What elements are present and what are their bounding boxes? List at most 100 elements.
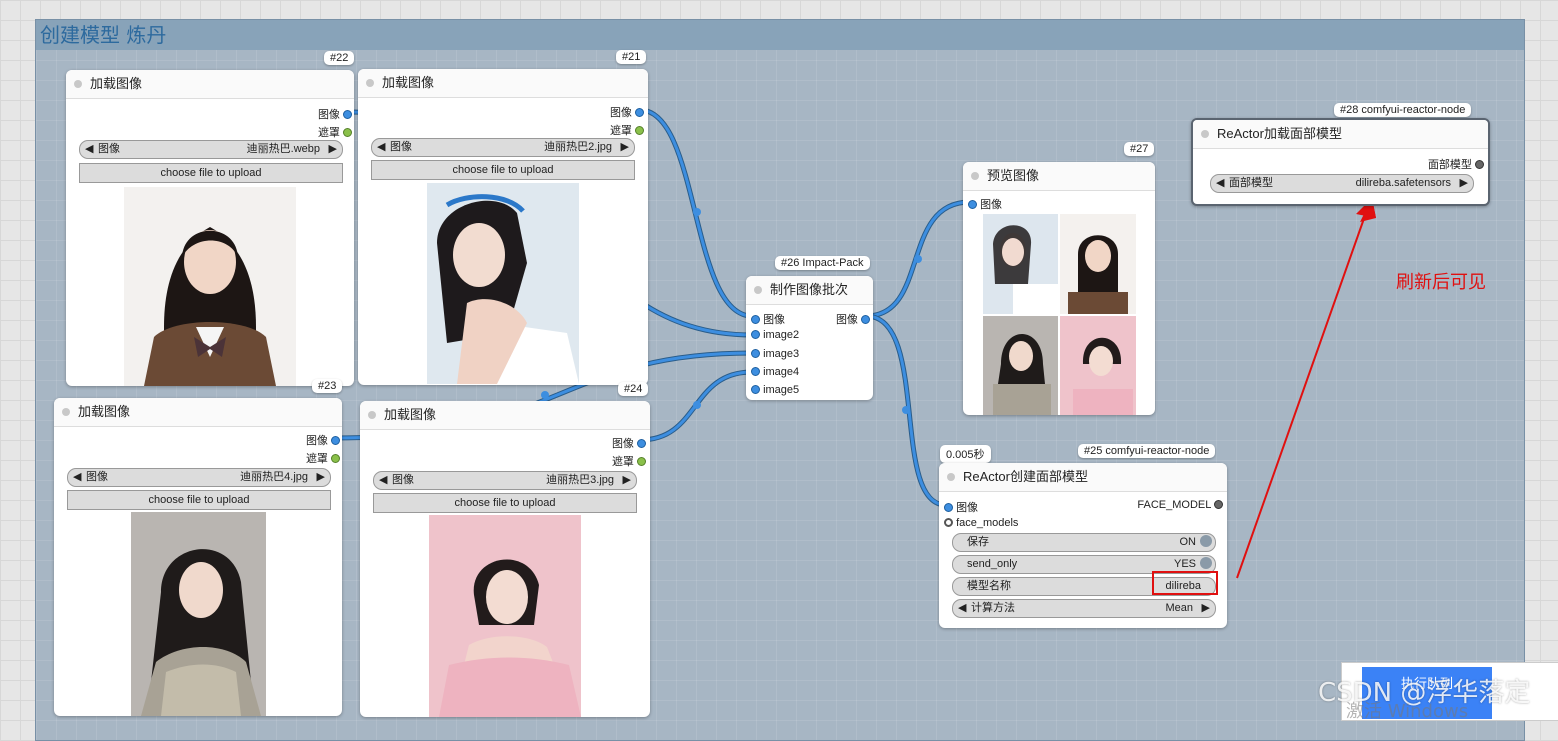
output-image[interactable]: 图像 (306, 432, 340, 448)
output-port-icon[interactable] (635, 107, 644, 117)
output-label: 面部模型 (1427, 159, 1472, 171)
output-port-icon[interactable] (1214, 499, 1223, 509)
output-image[interactable]: 图像 (318, 106, 352, 122)
image-combo[interactable]: ◀ 图像 迪丽热巴.webp ▶ (79, 140, 343, 159)
input-port-icon[interactable] (944, 517, 953, 527)
node-header[interactable]: 预览图像 (963, 162, 1155, 191)
input-image4[interactable]: image4 (751, 366, 799, 378)
combo-label: 图像 (390, 141, 412, 153)
collapse-dot-icon[interactable] (368, 410, 376, 419)
arrow-left-icon[interactable]: ◀ (1216, 175, 1224, 192)
node-header[interactable]: 加载图像 (54, 398, 342, 427)
node-header[interactable]: 加载图像 (66, 70, 354, 99)
make-image-batch-node[interactable]: 制作图像批次 图像 image2 image3 image4 image5 图像 (746, 276, 873, 400)
compute-method-combo[interactable]: ◀ 计算方法 Mean ▶ (952, 599, 1216, 618)
upload-button[interactable]: choose file to upload (371, 160, 635, 180)
output-port-icon[interactable] (635, 125, 644, 135)
output-port-icon[interactable] (1475, 159, 1484, 169)
output-port-icon[interactable] (343, 109, 352, 119)
input-face-models[interactable]: face_models (944, 517, 1018, 529)
output-face-model[interactable]: FACE_MODEL (1137, 499, 1223, 511)
collapse-dot-icon[interactable] (947, 472, 955, 481)
collapse-dot-icon[interactable] (754, 285, 762, 294)
node-id-badge: #23 (312, 379, 343, 393)
load-image-node-23[interactable]: 加载图像 图像 遮罩 ◀ 图像 迪丽热巴4.jpg ▶ choose file to … (54, 398, 342, 716)
image-combo[interactable]: ◀ 图像 迪丽热巴2.jpg ▶ (371, 138, 635, 157)
output-port-icon[interactable] (343, 127, 352, 137)
image-combo[interactable]: ◀ 图像 迪丽热巴4.jpg ▶ (67, 468, 331, 487)
output-mask[interactable]: 遮罩 (318, 124, 352, 140)
arrow-right-icon[interactable]: ▶ (621, 139, 629, 156)
collapse-dot-icon[interactable] (62, 407, 70, 416)
output-image[interactable]: 图像 (612, 435, 646, 451)
output-image[interactable]: 图像 (836, 311, 870, 327)
collapse-dot-icon[interactable] (366, 78, 374, 87)
face-model-combo[interactable]: ◀ 面部模型 dilireba.safetensors ▶ (1210, 174, 1474, 193)
input-label: image4 (763, 366, 800, 378)
input-image3[interactable]: image3 (751, 348, 799, 360)
arrow-left-icon[interactable]: ◀ (379, 472, 387, 489)
input-image[interactable]: 图像 (751, 311, 785, 327)
output-port-icon[interactable] (331, 453, 340, 463)
output-image[interactable]: 图像 (610, 104, 644, 120)
group-title[interactable]: 创建模型 炼丹 (36, 20, 1524, 50)
upload-button[interactable]: choose file to upload (67, 490, 331, 510)
output-port-icon[interactable] (637, 438, 646, 448)
node-header[interactable]: 制作图像批次 (746, 276, 873, 305)
collapse-dot-icon[interactable] (74, 79, 82, 88)
node-title: ReActor创建面部模型 (963, 469, 1088, 484)
input-port-icon[interactable] (968, 199, 977, 209)
toggle-knob-icon[interactable] (1200, 535, 1212, 548)
output-face-model[interactable]: 面部模型 (1428, 156, 1484, 172)
output-mask[interactable]: 遮罩 (610, 122, 644, 138)
save-toggle[interactable]: 保存 ON (952, 533, 1216, 552)
input-image2[interactable]: image2 (751, 329, 799, 341)
node-header[interactable]: ReActor加载面部模型 (1193, 120, 1488, 149)
node-title: 加载图像 (78, 404, 131, 419)
arrow-right-icon[interactable]: ▶ (1460, 175, 1468, 192)
input-port-icon[interactable] (751, 384, 760, 394)
output-port-icon[interactable] (861, 314, 870, 324)
reactor-create-face-model-node[interactable]: ReActor创建面部模型 图像 face_models FACE_MODEL … (939, 463, 1227, 628)
collapse-dot-icon[interactable] (971, 171, 979, 180)
input-port-icon[interactable] (751, 314, 760, 324)
arrow-left-icon[interactable]: ◀ (377, 139, 385, 156)
upload-button[interactable]: choose file to upload (373, 493, 637, 513)
load-image-node-22[interactable]: 加载图像 图像 遮罩 ◀ 图像 迪丽热巴.webp ▶ choose file to … (66, 70, 354, 386)
combo-value: 迪丽热巴2.jpg (544, 141, 612, 153)
input-port-icon[interactable] (751, 329, 760, 339)
input-port-icon[interactable] (944, 502, 953, 512)
input-image5[interactable]: image5 (751, 384, 799, 396)
input-image[interactable]: 图像 (968, 196, 1002, 212)
arrow-right-icon[interactable]: ▶ (317, 469, 325, 486)
output-mask[interactable]: 遮罩 (612, 453, 646, 469)
input-port-icon[interactable] (751, 366, 760, 376)
load-image-node-21[interactable]: 加载图像 图像 遮罩 ◀ 图像 迪丽热巴2.jpg ▶ choose file to … (358, 69, 648, 385)
node-header[interactable]: ReActor创建面部模型 (939, 463, 1227, 492)
arrow-left-icon[interactable]: ◀ (85, 141, 93, 158)
field-label: 模型名称 (967, 580, 1011, 592)
image-combo[interactable]: ◀ 图像 迪丽热巴3.jpg ▶ (373, 471, 637, 490)
combo-value: 迪丽热巴4.jpg (240, 471, 308, 483)
reactor-load-face-model-node[interactable]: ReActor加载面部模型 面部模型 ◀ 面部模型 dilireba.safeten… (1191, 118, 1490, 206)
node-header[interactable]: 加载图像 (358, 69, 648, 98)
output-port-icon[interactable] (637, 456, 646, 466)
output-port-icon[interactable] (331, 435, 340, 445)
output-label: 图像 (611, 438, 634, 450)
load-image-node-24[interactable]: 加载图像 图像 遮罩 ◀ 图像 迪丽热巴3.jpg ▶ choose file to … (360, 401, 650, 717)
input-image[interactable]: 图像 (944, 499, 978, 515)
node-header[interactable]: 加载图像 (360, 401, 650, 430)
preview-image-node[interactable]: 预览图像 图像 (963, 162, 1155, 415)
arrow-right-icon[interactable]: ▶ (329, 141, 337, 158)
upload-button[interactable]: choose file to upload (79, 163, 343, 183)
arrow-left-icon[interactable]: ◀ (73, 469, 81, 486)
input-label: 图像 (980, 199, 1003, 211)
output-label: 图像 (305, 435, 328, 447)
toggle-knob-icon[interactable] (1200, 557, 1212, 570)
collapse-dot-icon[interactable] (1201, 129, 1209, 138)
input-port-icon[interactable] (751, 348, 760, 358)
output-mask[interactable]: 遮罩 (306, 450, 340, 466)
arrow-right-icon[interactable]: ▶ (623, 472, 631, 489)
arrow-right-icon[interactable]: ▶ (1202, 600, 1210, 617)
arrow-left-icon[interactable]: ◀ (958, 600, 966, 617)
